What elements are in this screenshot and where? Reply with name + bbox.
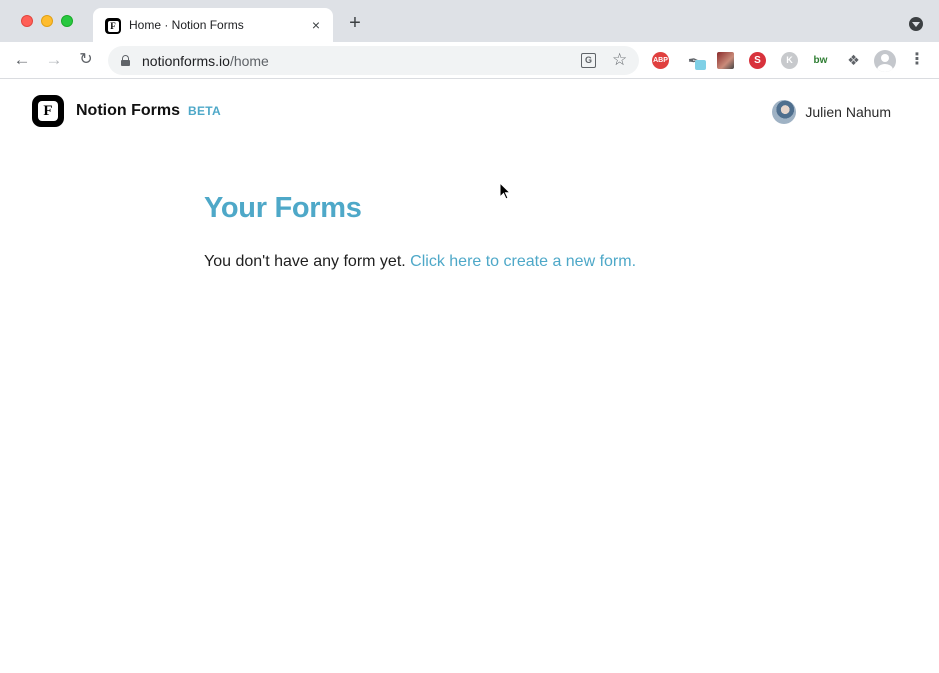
empty-state-message: You don't have any form yet. Click here … [204,253,636,271]
url-path: /home [229,53,269,69]
address-bar[interactable]: notionforms.io/home G ☆ [108,46,639,75]
tab-title: Home · Notion Forms [129,18,244,32]
tab-search-icon[interactable] [909,17,923,31]
color-picker-extension-icon[interactable]: ✒ [685,52,706,70]
bw-extension-icon[interactable]: bw [812,52,829,69]
create-form-link[interactable]: Click here to create a new form. [410,253,636,270]
beta-badge: BETA [188,104,221,118]
notion-forms-favicon-icon: F [105,18,121,34]
url-text[interactable]: notionforms.io/home [142,53,269,69]
profile-icon[interactable] [874,50,896,72]
tab-close-icon[interactable]: × [307,16,325,34]
adblock-extension-icon[interactable]: ABP [652,52,669,69]
image-extension-icon[interactable] [717,52,734,69]
brand-home-link[interactable]: F Notion Forms BETA [32,95,221,127]
forms-section: Your Forms You don't have any form yet. … [204,192,636,271]
user-name: Julien Nahum [805,104,891,120]
star-icon[interactable]: ☆ [612,50,627,70]
page-title: Your Forms [204,192,362,224]
seo-extension-icon[interactable]: S [749,52,766,69]
browser-tab-active[interactable]: F Home · Notion Forms × [93,8,333,42]
empty-state-text: You don't have any form yet. [204,253,406,270]
page-viewport: F Notion Forms BETA Julien Nahum Your Fo… [0,80,939,673]
back-arrow-icon[interactable]: ← [11,49,33,71]
translate-icon[interactable]: G [581,53,596,68]
notion-forms-logo-icon: F [32,95,64,127]
window-minimize-button[interactable] [41,15,53,27]
browser-toolbar: ← → ↻ notionforms.io/home G ☆ ABP ✒ S K … [0,42,939,79]
window-maximize-button[interactable] [61,15,73,27]
avatar [772,100,797,124]
kebab-menu-icon[interactable]: ⋮ [909,52,925,70]
reload-icon[interactable]: ↻ [75,49,97,71]
url-host: notionforms.io [142,53,230,69]
forward-arrow-icon[interactable]: → [43,49,65,71]
user-menu[interactable]: Julien Nahum [772,100,891,124]
puzzle-icon[interactable]: ❖ [845,52,862,69]
brand-name: Notion Forms [76,102,180,119]
lock-icon[interactable] [121,55,130,66]
new-tab-button[interactable]: + [345,13,365,33]
k-extension-icon[interactable]: K [781,52,798,69]
window-close-button[interactable] [21,15,33,27]
browser-titlebar: F Home · Notion Forms × + [0,0,939,42]
